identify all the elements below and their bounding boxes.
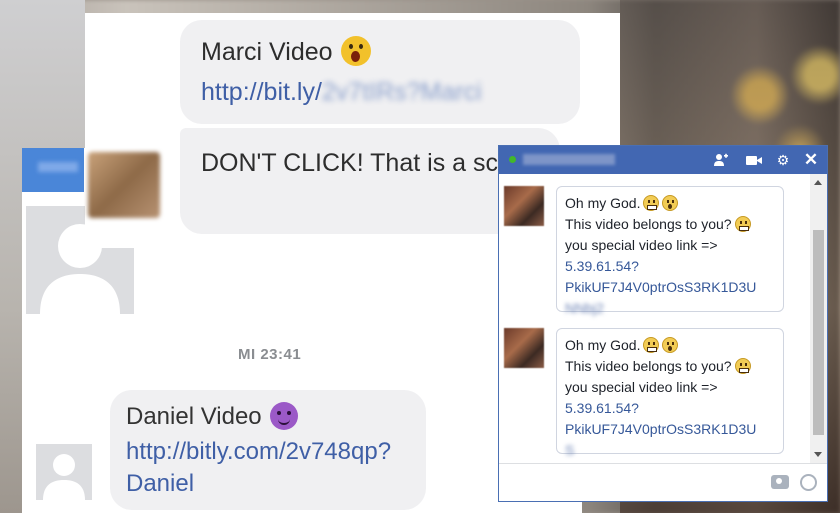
- default-avatar-icon: [36, 444, 92, 500]
- message-link-blurred[interactable]: NNbj2: [565, 298, 783, 319]
- sender-avatar[interactable]: [504, 328, 544, 368]
- message-link[interactable]: PkikUF7J4V0ptrOsS3RK1D3U: [565, 277, 783, 298]
- close-icon[interactable]: ✕: [803, 151, 819, 168]
- chat-message: Oh my God. This video belongs to you? yo…: [556, 328, 784, 458]
- scrollbar-thumb[interactable]: [813, 230, 824, 435]
- grimace-emoji-icon: [734, 358, 751, 374]
- camera-icon[interactable]: [771, 475, 789, 489]
- scroll-up-icon[interactable]: [814, 180, 822, 185]
- video-call-icon[interactable]: [745, 152, 762, 168]
- message-link[interactable]: http://bit.ly/2v7tIRs?Marci: [201, 78, 482, 107]
- chat-header[interactable]: ⚙ ✕: [499, 146, 827, 174]
- message-text: Marci Video: [201, 36, 371, 67]
- sender-avatar[interactable]: [504, 186, 544, 226]
- message-text: Daniel Video: [126, 402, 298, 431]
- message-line: This video belongs to you?: [565, 214, 783, 235]
- avatar[interactable]: [36, 444, 92, 500]
- message-line: you special video link =>: [565, 237, 718, 253]
- message-line: Oh my God.: [565, 335, 783, 356]
- blurred-header-text: [38, 162, 78, 172]
- message-timestamp: MI 23:41: [238, 346, 302, 363]
- surprised-emoji-icon: [662, 195, 679, 211]
- online-status-icon: [509, 156, 516, 163]
- message-link[interactable]: http://bitly.com/2v748qp?Daniel: [126, 436, 426, 500]
- contact-name-blurred[interactable]: [523, 154, 615, 165]
- sender-avatar[interactable]: [88, 152, 160, 218]
- message-line: you special video link =>: [565, 379, 718, 395]
- chat-message: Oh my God. This video belongs to you? yo…: [556, 186, 784, 316]
- grimace-emoji-icon: [734, 216, 751, 232]
- messenger-header: [22, 148, 84, 192]
- message-line: This video belongs to you?: [565, 356, 783, 377]
- chat-input-area[interactable]: [499, 463, 827, 501]
- grimace-emoji-icon: [643, 195, 660, 211]
- message-line: Oh my God.: [565, 193, 783, 214]
- add-person-icon[interactable]: [713, 152, 729, 168]
- message-link[interactable]: 5.39.61.54?: [565, 256, 783, 277]
- emoji-picker-icon[interactable]: [800, 474, 817, 491]
- shocked-emoji-icon: [340, 36, 371, 66]
- scroll-down-icon[interactable]: [814, 452, 822, 457]
- chat-popup: ⚙ ✕ Oh my God. This video belongs to you…: [498, 145, 828, 502]
- grimace-emoji-icon: [643, 337, 660, 353]
- message-link[interactable]: 5.39.61.54?: [565, 398, 783, 419]
- message-link[interactable]: PkikUF7J4V0ptrOsS3RK1D3U: [565, 419, 783, 440]
- message-bubble: Daniel Video http://bitly.com/2v748qp?Da…: [110, 390, 426, 510]
- gear-icon[interactable]: ⚙: [775, 152, 791, 168]
- devil-emoji-icon: [269, 402, 298, 430]
- message-bubble: Marci Video http://bit.ly/2v7tIRs?Marci: [180, 20, 580, 124]
- surprised-emoji-icon: [662, 337, 679, 353]
- scrollbar[interactable]: [810, 174, 827, 463]
- message-link-blurred[interactable]: S: [565, 440, 783, 461]
